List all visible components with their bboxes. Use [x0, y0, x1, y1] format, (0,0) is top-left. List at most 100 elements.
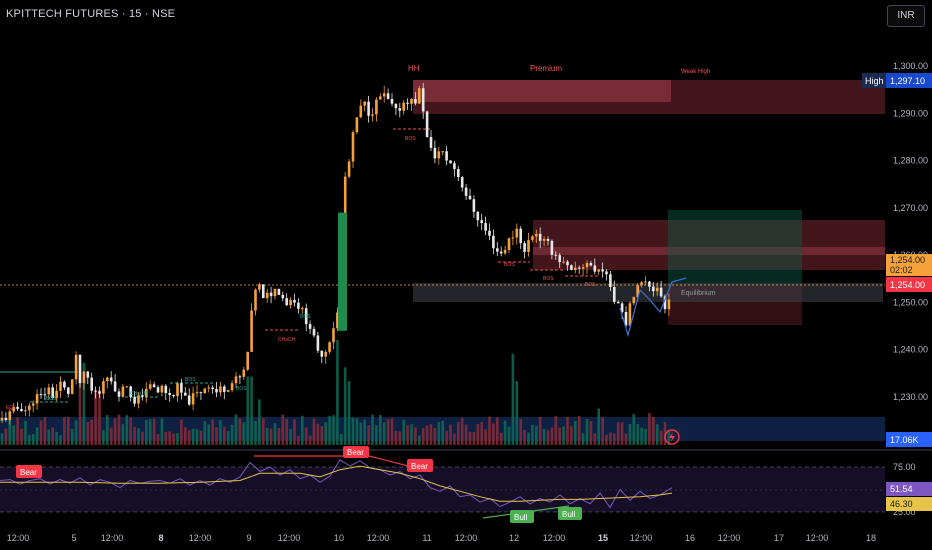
candle-body: [63, 381, 66, 388]
candle-body: [421, 88, 425, 112]
volume-bar: [94, 390, 97, 445]
candle-body: [566, 261, 569, 266]
candle-body: [148, 384, 152, 389]
volume-bar: [51, 427, 54, 445]
volume-bar: [488, 416, 491, 445]
candle-body: [371, 114, 374, 116]
candle-body: [484, 222, 487, 231]
candle-body: [24, 410, 27, 412]
candle-body: [320, 350, 324, 357]
candle-body: [297, 302, 300, 309]
candle-body: [246, 351, 249, 370]
volume-bar: [613, 433, 616, 445]
candle-body: [550, 240, 554, 255]
candle-body: [211, 387, 214, 389]
candle-body: [59, 381, 62, 391]
price-tick-label: 1,250.00: [893, 297, 928, 307]
candle-body: [308, 324, 312, 329]
volume-bar: [472, 432, 476, 445]
rsi-ma-value-tag: 46.30: [886, 497, 932, 511]
volume-bar: [410, 424, 413, 445]
volume-bar: [343, 367, 347, 445]
candle-body: [164, 385, 168, 393]
candle-body: [324, 351, 327, 357]
candle-body: [195, 392, 199, 394]
volume-bar: [293, 419, 296, 445]
signal-bull-2-label: Bull: [562, 510, 576, 519]
volume-bar: [129, 417, 132, 445]
volume-bar: [98, 390, 101, 445]
volume-bar: [332, 415, 335, 445]
volume-bar: [39, 420, 43, 445]
high-tag-label: High: [865, 76, 884, 86]
structure-label-bos: BOS: [300, 314, 311, 320]
candle-body: [207, 387, 210, 389]
volume-bar: [453, 433, 456, 445]
candle-body: [20, 408, 23, 412]
time-tick-label: 16: [685, 533, 695, 543]
candle-body: [562, 261, 565, 263]
candle-body: [312, 328, 316, 336]
price-axis[interactable]: 1,230.001,240.001,250.001,260.001,270.00…: [893, 61, 928, 402]
candle-body: [289, 299, 292, 306]
candle-body: [4, 417, 8, 420]
volume-bar: [133, 426, 136, 445]
volume-bar: [355, 418, 359, 445]
price-tick-label: 1,230.00: [893, 392, 928, 402]
volume-bar: [31, 433, 35, 445]
chart-canvas[interactable]: 1,230.001,240.001,250.001,260.001,270.00…: [0, 0, 932, 550]
candle-body: [527, 239, 530, 252]
zone-label-equilibrium: Equilibrium: [681, 290, 716, 297]
candle-body: [382, 93, 386, 97]
candle-body: [367, 101, 370, 116]
time-tick-label: 12:00: [543, 533, 566, 543]
volume-bar: [597, 408, 600, 445]
candle-body: [234, 376, 238, 384]
candle-body: [655, 287, 659, 292]
time-axis[interactable]: 12:00 5 12:00 8 12:00 9 12:00 10 12:00 11 12:00 12 1…: [7, 533, 876, 543]
last-price-tag-2: 1,254.00: [886, 277, 932, 292]
volume-bar: [238, 418, 242, 445]
candle-body: [90, 377, 93, 391]
candle-body: [277, 288, 281, 295]
candle-body: [601, 269, 604, 272]
rsi-value-tag: 51.54: [886, 482, 932, 496]
time-tick-label: 12:00: [278, 533, 301, 543]
structure-label-bos: BOS: [585, 282, 596, 288]
impulse-candle: [338, 212, 347, 331]
volume-bar: [254, 420, 257, 445]
volume-bar: [527, 432, 530, 445]
structure-label-choch: CHoCH: [278, 337, 296, 343]
candle-body: [570, 265, 573, 271]
zones: [0, 80, 885, 441]
last-price-value: 1,254.00: [890, 255, 925, 265]
candle-body: [223, 386, 226, 392]
time-tick-label: 9: [246, 533, 251, 543]
signal-bear-1: Bear: [16, 465, 42, 478]
volume-bar: [429, 423, 433, 445]
candle-body: [238, 376, 242, 378]
volume-bar: [148, 419, 152, 445]
candle-body: [476, 211, 480, 221]
signal-bear-3: Bear: [407, 459, 433, 472]
structure-label-bos: BOS: [46, 396, 57, 402]
volume-bar: [141, 431, 144, 445]
volume-bar: [109, 427, 113, 445]
candle-body: [429, 137, 433, 148]
target-green-zone: [668, 210, 802, 285]
volume-bar: [652, 416, 655, 445]
candle-body: [542, 238, 546, 241]
candle-body: [78, 354, 82, 384]
candle-body: [363, 101, 366, 106]
candle-body: [35, 394, 39, 404]
last-price-value-2: 1,254.00: [890, 280, 925, 290]
candle-body: [16, 406, 19, 409]
candle-body: [659, 287, 663, 297]
candle-body: [121, 386, 125, 397]
candle-body: [574, 267, 577, 271]
candle-body: [425, 111, 429, 138]
candle-body: [172, 394, 175, 397]
rsi-pane[interactable]: [0, 455, 885, 519]
candle-body: [47, 387, 51, 395]
candle-body: [449, 160, 452, 164]
